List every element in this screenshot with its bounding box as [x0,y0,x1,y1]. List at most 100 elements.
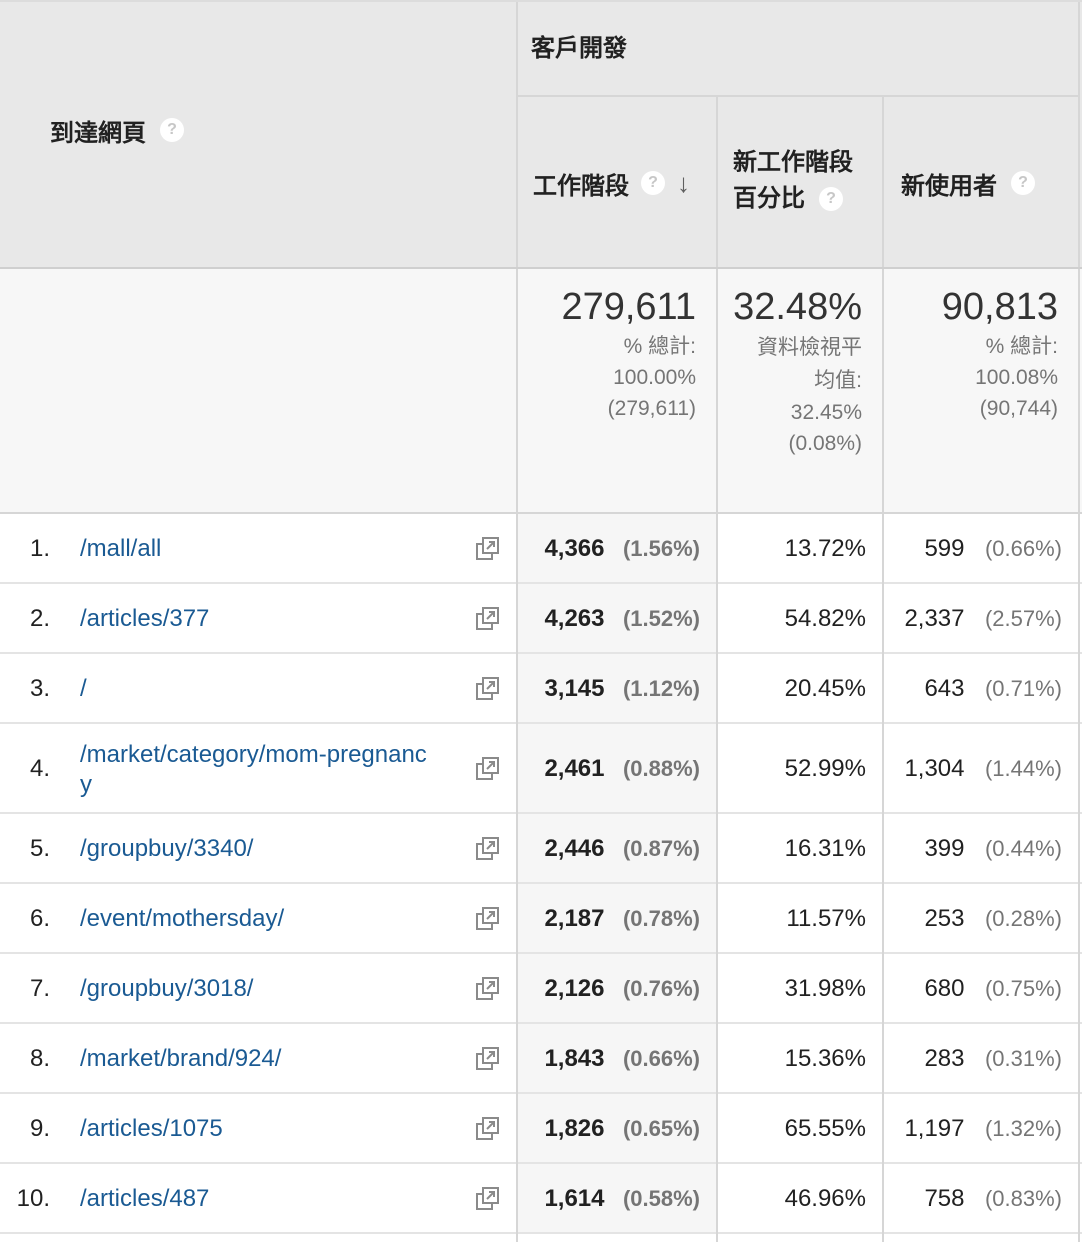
row-index: 7. [29,975,50,1002]
sessions-cell: 2,461 (0.88%) [518,754,700,787]
group-header: 客戶開發 [531,28,627,63]
sessions-cell: 4,366 (1.56%) [518,534,700,567]
column-header-new-sessions-pct-line2[interactable]: 百分比 [733,182,805,216]
open-in-new-window-icon[interactable] [475,606,501,632]
totals-new-sessions-pct: 32.48% 資料檢視平 均值: 32.45% (0.08%) [720,286,862,459]
help-icon[interactable]: ? [1011,171,1035,195]
help-icon[interactable]: ? [641,171,665,195]
new-users-percent: (2.57%) [984,606,1062,631]
new-users-cell: 283 (0.31%) [886,1044,1062,1077]
open-in-new-window-icon[interactable] [475,906,501,932]
open-in-new-window-icon[interactable] [475,536,501,562]
row-index: 2. [29,605,50,632]
landing-page-link[interactable]: /market/brand/924/ [80,1044,281,1074]
new-users-cell: 758 (0.83%) [886,1184,1062,1217]
sessions-cell: 3,145 (1.12%) [518,674,700,707]
new-sessions-pct-value: 52.99% [784,755,866,782]
column-header-new-sessions-pct-line1[interactable]: 新工作階段 [733,144,853,182]
sessions-value: 2,126 [544,975,605,1002]
landing-page-link[interactable]: /groupbuy/3018/ [80,974,253,1004]
new-users-value: 2,337 [904,605,965,632]
totals-sessions-total: (279,611) [607,397,696,420]
sessions-percent: (1.56%) [622,536,700,561]
open-in-new-window-icon[interactable] [475,756,501,782]
new-users-cell: 599 (0.66%) [886,534,1062,567]
new-sessions-pct-value: 31.98% [784,975,866,1002]
sessions-value: 1,843 [544,1045,605,1072]
new-users-percent: (1.32%) [984,1116,1062,1141]
landing-page-link-line1[interactable]: /market/category/mom-pregnanc [80,740,427,770]
landing-page-link[interactable]: / [80,674,87,704]
column-header-new-users[interactable]: 新使用者 ? [901,166,1035,200]
landing-page-link[interactable]: /event/mothersday/ [80,904,284,934]
help-icon[interactable]: ? [160,118,184,142]
header-divider [516,95,1080,97]
new-users-value: 1,304 [904,755,965,782]
totals-new-users: 90,813 % 總計: 100.08% (90,744) [886,286,1058,424]
dimension-header-label[interactable]: 到達網頁 [50,113,146,148]
sessions-percent: (0.66%) [622,1046,700,1071]
sessions-value: 1,614 [544,1185,605,1212]
column-header-sessions-label[interactable]: 工作階段 [533,166,629,201]
column-header-sessions[interactable]: 工作階段 ? ↓ [533,166,690,200]
dimension-header[interactable]: 到達網頁 ? [50,113,184,148]
help-icon[interactable]: ? [819,187,843,211]
sessions-value: 2,461 [544,755,605,782]
sessions-percent: (0.65%) [622,1116,700,1141]
totals-divider [0,512,1082,514]
totals-new-users-value: 90,813 [941,286,1058,328]
sort-descending-arrow-icon[interactable]: ↓ [677,168,690,199]
open-in-new-window-icon[interactable] [475,976,501,1002]
new-sessions-pct-value: 16.31% [784,835,866,862]
landing-page-link[interactable]: /articles/377 [80,604,209,634]
row-index: 4. [29,755,50,782]
landing-page-link[interactable]: /mall/all [80,534,161,564]
totals-sessions: 279,611 % 總計: 100.00% (279,611) [520,286,696,424]
totals-new-sessions-pct-diff: (0.08%) [788,432,862,455]
landing-page-link[interactable]: /groupbuy/3340/ [80,834,253,864]
sessions-percent: (0.78%) [622,906,700,931]
new-users-cell: 253 (0.28%) [886,904,1062,937]
open-in-new-window-icon[interactable] [475,836,501,862]
row-index: 10. [16,1185,50,1212]
sessions-cell: 1,826 (0.65%) [518,1114,700,1147]
new-sessions-pct-value: 20.45% [784,675,866,702]
new-users-value: 599 [924,535,965,562]
new-users-value: 643 [924,675,965,702]
new-users-percent: (0.44%) [984,836,1062,861]
landing-page-link[interactable]: /market/category/mom-pregnanc y [80,740,427,800]
open-in-new-window-icon[interactable] [475,1186,501,1212]
new-users-value: 283 [924,1045,965,1072]
column-header-new-users-label[interactable]: 新使用者 [901,166,997,201]
open-in-new-window-icon[interactable] [475,676,501,702]
sessions-cell: 4,263 (1.52%) [518,604,700,637]
column-header-new-sessions-pct[interactable]: 新工作階段 百分比 ? [733,144,853,216]
sessions-value: 3,145 [544,675,605,702]
landing-page-link[interactable]: /articles/1075 [80,1114,223,1144]
sessions-cell: 2,446 (0.87%) [518,834,700,867]
new-sessions-pct-value: 65.55% [784,1115,866,1142]
new-users-percent: (0.83%) [984,1186,1062,1211]
new-users-value: 399 [924,835,965,862]
sessions-cell: 2,187 (0.78%) [518,904,700,937]
totals-sessions-label: % 總計: [623,335,696,358]
row-index: 1. [29,535,50,562]
group-header-label: 客戶開發 [531,35,627,62]
open-in-new-window-icon[interactable] [475,1046,501,1072]
open-in-new-window-icon[interactable] [475,1116,501,1142]
totals-new-users-total: (90,744) [979,397,1058,420]
new-users-value: 680 [924,975,965,1002]
totals-new-sessions-pct-label2: 均值: [814,369,862,392]
new-users-percent: (0.28%) [984,906,1062,931]
landing-page-link-line2[interactable]: y [80,770,427,800]
sessions-cell: 2,126 (0.76%) [518,974,700,1007]
report-table: 到達網頁 ? 客戶開發 工作階段 ? ↓ 新工作階段 百分比 ? 新使用者 ? … [0,0,1082,1242]
row-index: 9. [29,1115,50,1142]
sessions-value: 1,826 [544,1115,605,1142]
totals-new-sessions-pct-average: 32.45% [790,401,862,424]
sessions-percent: (0.76%) [622,976,700,1001]
totals-new-users-percent: 100.08% [975,366,1058,389]
landing-page-link[interactable]: /articles/487 [80,1184,209,1214]
totals-new-sessions-pct-value: 32.48% [733,286,862,328]
sessions-percent: (1.52%) [622,606,700,631]
